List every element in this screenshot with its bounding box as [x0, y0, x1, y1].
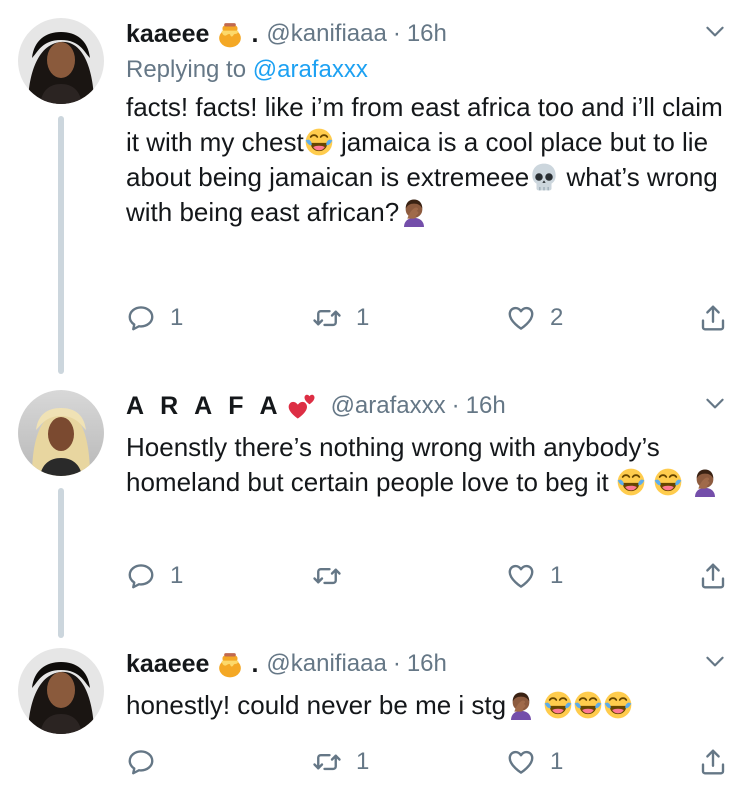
- reply-button[interactable]: 1: [126, 298, 183, 338]
- tweet-actions: 1 1: [0, 556, 750, 596]
- tears-of-joy-icon: [543, 690, 573, 720]
- facepalm-icon: [506, 690, 536, 720]
- reply-icon: [126, 747, 156, 777]
- retweet-count: 1: [356, 304, 370, 331]
- reply-icon: [126, 561, 156, 591]
- separator-dot: ·: [392, 650, 401, 677]
- facepalm-icon: [690, 467, 720, 497]
- separator-dot: ·: [451, 392, 460, 419]
- name-suffix: .: [251, 19, 259, 48]
- timestamp[interactable]: 16h: [466, 392, 506, 420]
- name-suffix: .: [251, 649, 259, 678]
- tweet-header: kaaeee . @kanifiaaa · 16h: [126, 644, 730, 684]
- tears-of-joy-icon: [603, 690, 633, 720]
- display-name[interactable]: kaaeee: [126, 650, 209, 679]
- retweet-button[interactable]: [312, 556, 356, 596]
- timestamp[interactable]: 16h: [407, 650, 447, 678]
- share-icon: [698, 747, 728, 777]
- tweet-text: facts! facts! like i’m from east africa …: [126, 92, 723, 227]
- replying-to: Replying to @arafaxxx: [126, 56, 368, 83]
- avatar[interactable]: [18, 18, 104, 104]
- avatar[interactable]: [18, 390, 104, 476]
- like-button[interactable]: 2: [506, 298, 563, 338]
- reply-count: 1: [170, 304, 184, 331]
- like-button[interactable]: 1: [506, 556, 563, 596]
- user-handle[interactable]: @kanifiaaa: [266, 20, 386, 48]
- chevron-down-icon[interactable]: [702, 648, 728, 674]
- retweet-icon: [312, 303, 342, 333]
- tears-of-joy-icon: [616, 467, 646, 497]
- skull-icon: [529, 162, 559, 192]
- separator-dot: ·: [392, 20, 401, 47]
- like-button[interactable]: 1: [506, 742, 563, 782]
- tweet-actions: 1 1 2: [0, 298, 750, 338]
- facepalm-icon: [399, 197, 429, 227]
- user-handle[interactable]: @kanifiaaa: [266, 650, 386, 678]
- avatar[interactable]: [18, 648, 104, 734]
- share-icon: [698, 303, 728, 333]
- share-button[interactable]: [698, 556, 728, 596]
- display-name[interactable]: kaaeee: [126, 20, 209, 49]
- chevron-down-icon[interactable]: [702, 390, 728, 416]
- tweet-header: A R A F A @arafaxxx · 16h: [126, 386, 730, 426]
- heart-icon: [506, 561, 536, 591]
- timestamp[interactable]: 16h: [407, 20, 447, 48]
- reply-count: 1: [170, 562, 184, 589]
- heart-icon: [506, 747, 536, 777]
- tweet-2[interactable]: A R A F A @arafaxxx · 16h Hoenstly there…: [0, 380, 750, 642]
- honey-pot-icon: [215, 649, 245, 679]
- tears-of-joy-icon: [304, 127, 334, 157]
- share-icon: [698, 561, 728, 591]
- reply-button[interactable]: [126, 742, 170, 782]
- replying-to-link[interactable]: @arafaxxx: [253, 56, 368, 83]
- heart-icon: [506, 303, 536, 333]
- tears-of-joy-icon: [573, 690, 603, 720]
- like-count: 1: [550, 562, 564, 589]
- tweet-actions: 1 1: [0, 742, 750, 782]
- like-count: 1: [550, 748, 564, 775]
- tweet-text: honestly! could never be me i stg: [126, 688, 730, 723]
- display-name[interactable]: A R A F A: [126, 392, 283, 421]
- retweet-button[interactable]: 1: [312, 742, 369, 782]
- tweet-3[interactable]: kaaeee . @kanifiaaa · 16h honestly! coul…: [0, 642, 750, 790]
- retweet-icon: [312, 747, 342, 777]
- like-count: 2: [550, 304, 564, 331]
- retweet-count: 1: [356, 748, 370, 775]
- tweet-text: Hoenstly there’s nothing wrong with anyb…: [126, 430, 730, 500]
- reply-icon: [126, 303, 156, 333]
- reply-button[interactable]: 1: [126, 556, 183, 596]
- share-button[interactable]: [698, 742, 728, 782]
- tweet-header: kaaeee . @kanifiaaa · 16h: [126, 14, 730, 54]
- tweet-1[interactable]: kaaeee . @kanifiaaa · 16h Replying to @a…: [0, 0, 750, 380]
- honey-pot-icon: [215, 19, 245, 49]
- retweet-button[interactable]: 1: [312, 298, 369, 338]
- tears-of-joy-icon: [653, 467, 683, 497]
- user-handle[interactable]: @arafaxxx: [331, 392, 446, 420]
- two-hearts-icon: [287, 391, 317, 421]
- share-button[interactable]: [698, 298, 728, 338]
- retweet-icon: [312, 561, 342, 591]
- chevron-down-icon[interactable]: [702, 18, 728, 44]
